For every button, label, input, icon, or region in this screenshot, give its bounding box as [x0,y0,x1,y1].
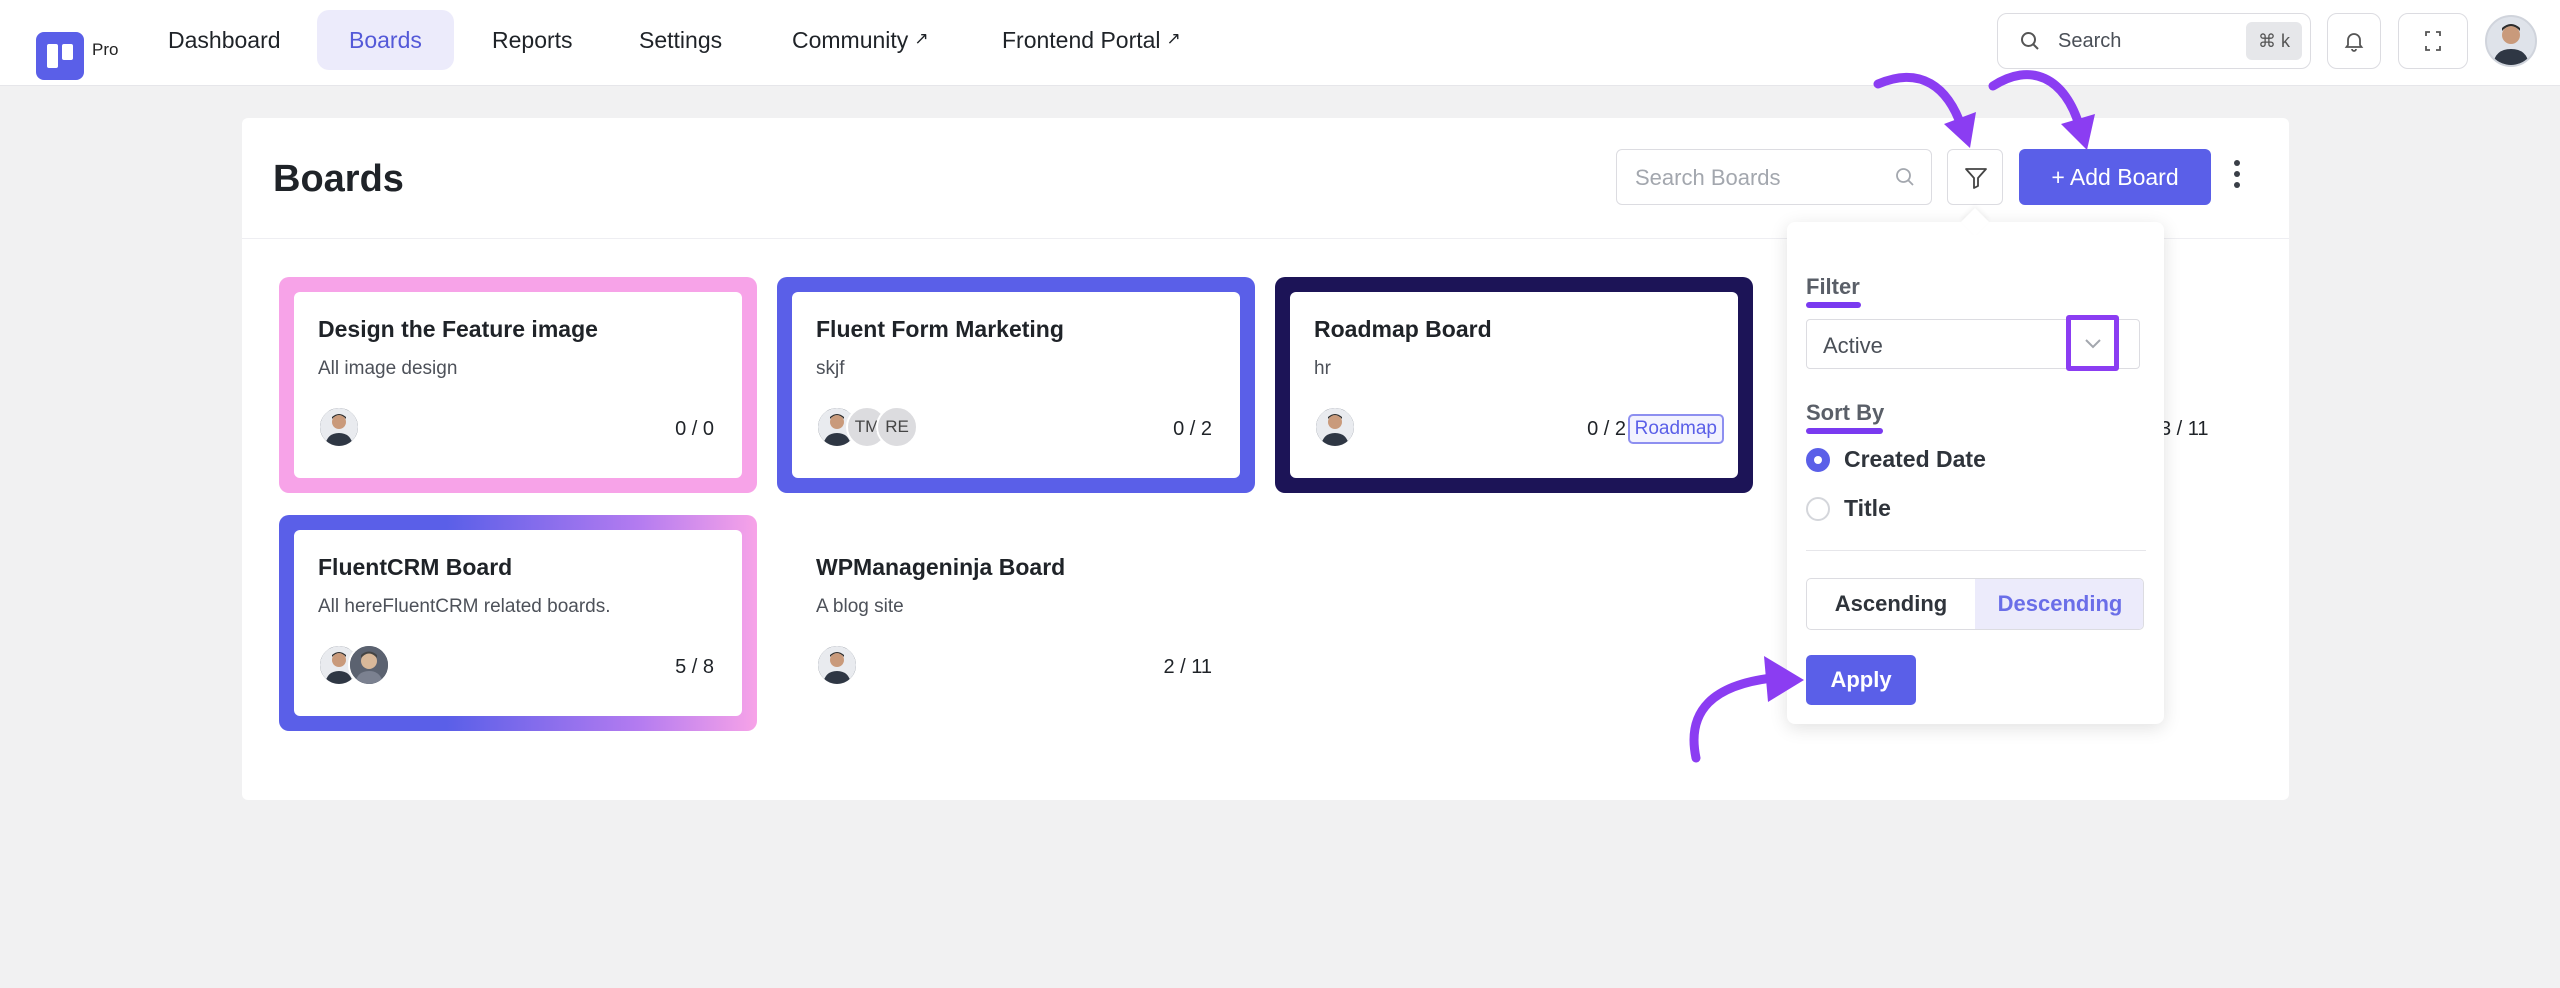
add-board-button[interactable]: + Add Board [2019,149,2211,205]
board-card[interactable]: Roadmap Board hr 0 / 2 Roadmap [1275,277,1753,493]
notifications-button[interactable] [2327,13,2381,69]
member-avatar: RE [876,406,918,448]
user-avatar[interactable] [2485,15,2537,67]
more-options-icon[interactable] [2232,160,2242,194]
board-card[interactable]: FluentCRM Board All hereFluentCRM relate… [279,515,757,731]
fullscreen-icon [2425,31,2441,51]
nav-boards-label: Boards [349,27,422,53]
nav-reports-label: Reports [492,27,573,53]
radio-unselected[interactable] [1806,497,1830,521]
task-count: 5 / 8 [675,656,714,678]
page-title: Boards [273,158,404,200]
order-descending-button[interactable]: Descending [1975,579,2143,629]
external-link-icon: ↗ [914,29,929,48]
nav-frontend-portal-label: Frontend Portal [1002,27,1161,53]
board-search-placeholder: Search Boards [1635,165,1781,190]
nav-community[interactable]: Community ↗ [760,10,961,70]
fullscreen-button[interactable] [2398,13,2468,69]
apply-button[interactable]: Apply [1806,655,1916,705]
filter-icon [1965,168,1987,189]
global-search-label: Search [2058,30,2122,52]
search-icon [1896,168,1914,186]
member-avatar [318,406,360,448]
nav-boards[interactable]: Boards [317,10,454,70]
annotation-arrow-icon [1689,656,1804,763]
board-description: All hereFluentCRM related boards. [318,596,611,617]
chevron-down-icon [2085,339,2101,349]
board-title: Fluent Form Marketing [816,316,1064,342]
partially-hidden-task-count: 3 / 11 [2160,418,2209,440]
member-avatar [1314,406,1356,448]
task-count: 0 / 2 [1173,418,1212,440]
board-title: WPManageninja Board [816,554,1066,580]
sort-option-label: Created Date [1844,446,1986,472]
board-title: Roadmap Board [1314,316,1492,342]
annotation-underline [1806,428,1883,434]
global-search[interactable]: Search ⌘ k [1997,13,2311,69]
divider [1806,550,2146,551]
order-ascending-button[interactable]: Ascending [1807,579,1975,629]
task-count: 0 / 0 [675,418,714,440]
user-avatar-image [2493,24,2529,65]
filter-label: Filter [1806,274,1860,299]
search-icon [2021,32,2039,50]
board-description: A blog site [816,596,904,617]
board-title: FluentCRM Board [318,554,513,580]
annotation-arrow-icon [1988,70,2095,150]
sort-option-label: Title [1844,495,1891,521]
nav-dashboard-label: Dashboard [168,27,281,53]
task-count: 2 / 11 [1163,656,1212,678]
nav-dashboard[interactable]: Dashboard [136,10,313,70]
sort-order-toggle: Ascending Descending [1806,578,2144,630]
filter-button[interactable] [1947,149,2003,205]
nav-reports[interactable]: Reports [460,10,605,70]
search-shortcut-badge: ⌘ k [2246,22,2302,60]
bell-icon [2344,33,2364,52]
board-description: All image design [318,358,458,379]
board-title: Design the Feature image [318,316,598,342]
member-avatar [816,644,858,686]
board-card[interactable]: Fluent Form Marketing skjf TM RE 0 / 2 [777,277,1255,493]
filter-dropdown: Filter Active Sort By Created Date Title… [1787,207,2164,724]
board-card[interactable]: Design the Feature image All image desig… [279,277,757,493]
board-search-input[interactable]: Search Boards [1616,149,1932,205]
radio-selected[interactable] [1806,448,1830,472]
nav-settings-label: Settings [639,27,723,53]
status-select-value: Active [1823,333,1883,358]
logo-pro-label: Pro [92,40,119,59]
annotation-arrow-icon [1873,72,1976,148]
board-description: hr [1314,358,1331,379]
annotation-underline [1806,302,1861,308]
sort-by-label: Sort By [1806,400,1885,425]
board-tag: Roadmap [1627,414,1724,444]
nav-frontend-portal[interactable]: Frontend Portal ↗ [970,10,1213,70]
board-card[interactable]: WPManageninja Board A blog site 2 / 11 [777,515,1255,731]
top-navigation-bar: Pro Dashboard Boards Reports Settings Co… [0,0,2560,86]
member-avatar [348,644,390,686]
task-count: 0 / 2 [1587,418,1626,440]
app-logo[interactable] [36,32,84,80]
external-link-icon: ↗ [1166,29,1181,48]
nav-settings[interactable]: Settings [607,10,754,70]
status-select-toggle[interactable] [2066,315,2119,371]
board-description: skjf [816,358,845,379]
nav-community-label: Community [792,27,909,53]
